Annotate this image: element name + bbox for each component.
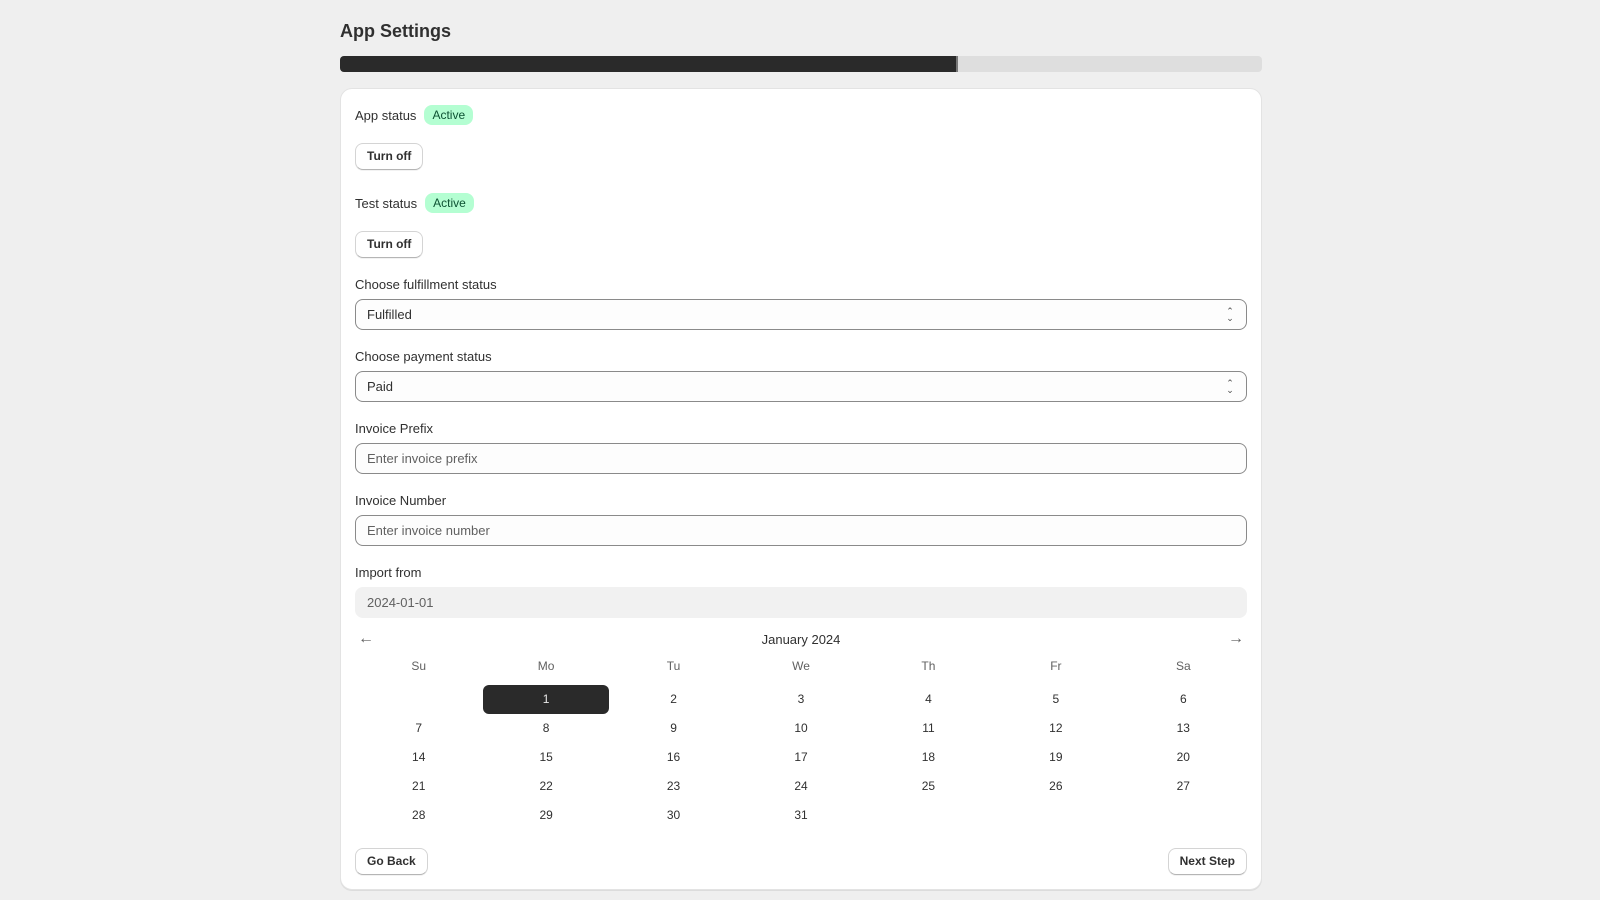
calendar-day[interactable]: 30 — [610, 801, 736, 830]
setup-progress-bar — [340, 56, 1262, 72]
arrow-left-icon: ← — [358, 630, 374, 647]
invoice-prefix-field: Invoice Prefix — [355, 420, 1247, 474]
calendar-day[interactable]: 6 — [1120, 685, 1246, 714]
weekday-header: Tu — [666, 659, 681, 673]
weekday-header: Mo — [537, 659, 555, 673]
calendar-day[interactable]: 31 — [738, 801, 864, 830]
weekday-header: We — [792, 659, 810, 673]
calendar-day[interactable]: 23 — [610, 772, 736, 801]
calendar-day[interactable]: 25 — [865, 772, 991, 801]
select-chevron-icon: ⌃ ⌄ — [1226, 306, 1234, 323]
calendar-month-title: January 2024 — [761, 631, 841, 647]
app-status-label: App status — [355, 107, 417, 123]
payment-status-value: Paid — [367, 379, 394, 394]
calendar-day[interactable]: 16 — [610, 743, 736, 772]
import-from-control — [355, 587, 1247, 618]
test-status-label: Test status — [355, 195, 418, 211]
calendar-header: ← January 2024 → — [355, 628, 1247, 650]
fulfillment-status-label: Choose fulfillment status — [355, 277, 497, 292]
payment-status-label: Choose payment status — [355, 349, 492, 364]
calendar-day[interactable]: 3 — [738, 685, 864, 714]
invoice-number-input[interactable] — [367, 523, 1235, 538]
arrow-right-icon: → — [1228, 630, 1244, 647]
invoice-number-label: Invoice Number — [355, 493, 447, 508]
invoice-number-field: Invoice Number — [355, 492, 1247, 546]
fulfillment-status-field: Choose fulfillment status Fulfilled ⌃ ⌄ — [355, 276, 1247, 330]
settings-card: App status Active Turn off Test status A… — [340, 88, 1262, 890]
calendar-day[interactable]: 7 — [356, 714, 482, 743]
calendar-grid: Su Mo Tu We Th Fr Sa 1 2 3 4 5 6 7 8 9 10 11 12 13 14 15 16 17 1… — [355, 656, 1247, 830]
app-settings-page: App Settings App status Active Turn off … — [340, 0, 1262, 890]
calendar-day[interactable]: 29 — [483, 801, 609, 830]
calendar-day[interactable]: 8 — [483, 714, 609, 743]
payment-status-field: Choose payment status Paid ⌃ ⌄ — [355, 348, 1247, 402]
weekday-header: Sa — [1175, 659, 1191, 673]
calendar-day[interactable]: 4 — [865, 685, 991, 714]
calendar-day[interactable]: 21 — [356, 772, 482, 801]
calendar-day[interactable]: 28 — [356, 801, 482, 830]
fulfillment-status-select[interactable]: Fulfilled ⌃ ⌄ — [355, 299, 1247, 330]
calendar-day[interactable]: 26 — [993, 772, 1119, 801]
calendar-day[interactable]: 12 — [993, 714, 1119, 743]
import-from-input[interactable] — [367, 595, 1235, 610]
fulfillment-status-value: Fulfilled — [367, 307, 412, 322]
go-back-button[interactable]: Go Back — [355, 848, 428, 875]
prev-month-button[interactable]: ← — [355, 628, 377, 650]
weekday-header: Fr — [1050, 659, 1062, 673]
calendar-day[interactable]: 2 — [610, 685, 736, 714]
app-turn-off-button[interactable]: Turn off — [355, 143, 424, 170]
payment-status-select[interactable]: Paid ⌃ ⌄ — [355, 371, 1247, 402]
app-status-badge: Active — [424, 105, 474, 125]
calendar-day[interactable]: 10 — [738, 714, 864, 743]
progress-fill — [340, 56, 958, 72]
calendar-day-selected[interactable]: 1 — [482, 685, 610, 714]
calendar-day[interactable]: 14 — [356, 743, 482, 772]
calendar-day[interactable]: 15 — [483, 743, 609, 772]
invoice-prefix-label: Invoice Prefix — [355, 421, 434, 436]
weekday-header: Th — [921, 659, 936, 673]
calendar-day[interactable]: 5 — [993, 685, 1119, 714]
page-title: App Settings — [340, 21, 451, 41]
test-status-row: Test status Active — [355, 193, 1247, 213]
invoice-number-control — [355, 515, 1247, 546]
test-status-badge: Active — [425, 193, 474, 213]
calendar-day[interactable]: 18 — [865, 743, 991, 772]
calendar-day[interactable]: 27 — [1120, 772, 1246, 801]
next-step-button[interactable]: Next Step — [1167, 848, 1247, 875]
import-from-label: Import from — [355, 565, 422, 580]
calendar-day[interactable]: 13 — [1120, 714, 1246, 743]
select-chevron-icon: ⌃ ⌄ — [1226, 378, 1234, 395]
invoice-prefix-control — [355, 443, 1247, 474]
calendar-day[interactable]: 22 — [483, 772, 609, 801]
calendar-day[interactable]: 24 — [738, 772, 864, 801]
weekday-header: Su — [411, 659, 427, 673]
calendar-day[interactable]: 19 — [993, 743, 1119, 772]
calendar-empty-cell — [356, 685, 482, 714]
calendar-day[interactable]: 11 — [865, 714, 991, 743]
next-month-button[interactable]: → — [1225, 628, 1247, 650]
invoice-prefix-input[interactable] — [367, 451, 1235, 466]
calendar-day[interactable]: 9 — [610, 714, 736, 743]
import-from-field: Import from — [355, 564, 1247, 618]
test-turn-off-button[interactable]: Turn off — [355, 231, 424, 258]
footer-actions: Go Back Next Step — [355, 848, 1247, 875]
calendar-day[interactable]: 17 — [738, 743, 864, 772]
calendar-day[interactable]: 20 — [1120, 743, 1246, 772]
app-status-row: App status Active — [355, 105, 1247, 125]
